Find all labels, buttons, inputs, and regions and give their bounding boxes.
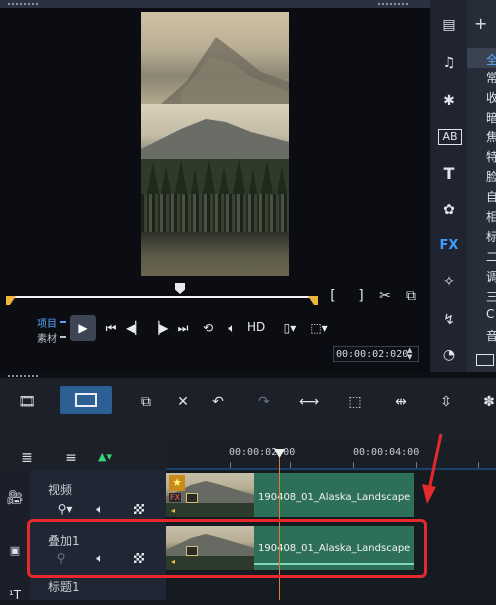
mode-project[interactable]: 项目 [37, 315, 57, 330]
category-item[interactable]: 暗 [486, 109, 496, 126]
category-item[interactable]: C [486, 307, 494, 321]
timeline-view-button[interactable] [60, 386, 112, 414]
video-preview [141, 12, 289, 276]
mountain-forest-image [141, 119, 289, 194]
next-frame-icon[interactable]: ▕▶ [150, 318, 168, 338]
more-tools-icon[interactable]: ✽ [478, 392, 496, 412]
link-icon[interactable]: ⚲▾ [54, 499, 76, 519]
highlight-box [27, 519, 427, 578]
repeat-icon[interactable]: ⟲ [198, 318, 218, 338]
clip-name: 190408_01_Alaska_Landscape [258, 492, 411, 503]
star-icon: ★ [169, 475, 185, 491]
category-item[interactable]: 相 [486, 208, 496, 225]
overlay-track-icon[interactable]: ▣ [5, 541, 25, 561]
category-item[interactable]: 标 [486, 228, 496, 245]
annotation-arrow-icon [422, 433, 443, 504]
path-icon[interactable]: ↯ [438, 310, 460, 330]
preview-top-bar [0, 0, 430, 8]
video-clip[interactable]: 190408_01_Alaska_Landscape ★ FX ◂ [166, 473, 414, 517]
add-icon[interactable]: + [474, 14, 487, 33]
audio-icon[interactable]: ♫ [438, 53, 460, 73]
crop-icon[interactable]: ⬚▾ [308, 318, 330, 338]
mode-project-indicator [60, 321, 66, 323]
scrub-bar[interactable] [8, 296, 314, 298]
category-item[interactable]: 脸 [486, 168, 496, 185]
track-height-icon[interactable]: ⇳ [435, 392, 457, 412]
storyboard-view-icon[interactable]: 🎞︎ [16, 392, 38, 412]
track-manager-icon[interactable]: ≣ [16, 448, 38, 468]
preview-frame-bottom [141, 194, 289, 276]
graphics-icon[interactable]: ✿ [438, 200, 460, 220]
title-icon[interactable]: T [438, 164, 460, 184]
go-to-start-icon[interactable]: ⏮ [102, 318, 120, 338]
preview-frame-middle [141, 104, 289, 194]
timeline-view-icon [75, 393, 97, 407]
ruler-label: 00:00:02:00 [229, 447, 296, 458]
category-item[interactable]: 常 [486, 69, 496, 86]
timeline-drag-handle[interactable] [8, 375, 38, 377]
clip-attribute-icon [186, 493, 198, 503]
fx-filter-icon[interactable]: FX [437, 236, 461, 256]
fit-project-icon[interactable]: ⬚ [344, 392, 366, 412]
instant-project-icon[interactable]: ✱ [438, 91, 460, 111]
track-name: 标题1 [48, 580, 80, 594]
title-track-icon[interactable]: ¹T [5, 585, 25, 605]
device-preview-icon[interactable]: ▯▾ [280, 318, 300, 338]
mark-in-icon[interactable]: [ [323, 286, 343, 306]
tools-icon[interactable]: ✕ [172, 392, 194, 412]
drag-handle-left[interactable] [8, 3, 38, 5]
chapter-icon[interactable]: ≡ [60, 448, 82, 468]
mode-clip[interactable]: 素材 [37, 330, 57, 345]
undo-icon[interactable]: ↶ [207, 392, 229, 412]
category-item[interactable]: 焦 [486, 128, 496, 145]
ruler-label: 00:00:04:00 [353, 447, 420, 458]
hd-toggle[interactable]: HD [247, 320, 265, 334]
category-item[interactable]: 音 [486, 327, 496, 344]
transparency-icon[interactable] [134, 504, 144, 514]
play-button[interactable]: ▶ [70, 315, 96, 341]
transition-icon[interactable]: AB [438, 129, 462, 145]
library-panel-icon[interactable] [476, 354, 494, 366]
timecode-stepper-icon[interactable]: ▲ ▼ [407, 347, 412, 361]
clip-audio-icon: ◂ [171, 506, 176, 515]
track-name: 视频 [48, 483, 73, 497]
speed-gauge-icon[interactable]: ◔ [438, 345, 460, 365]
drag-handle-right[interactable] [378, 3, 408, 5]
title-track-lane[interactable] [166, 575, 496, 600]
fx-badge-icon: FX [169, 493, 182, 502]
category-item[interactable]: 收 [486, 89, 496, 106]
preview-frame-top [141, 12, 289, 104]
mountain-fog-image [161, 37, 289, 104]
category-item[interactable]: 特 [486, 148, 496, 165]
magic-wand-icon[interactable]: ✧ [438, 272, 460, 292]
category-item[interactable]: 二 [486, 248, 496, 265]
mode-clip-indicator [60, 336, 66, 338]
previous-frame-icon[interactable]: ◀▏ [126, 318, 144, 338]
media-icon[interactable]: ▤ [438, 15, 460, 35]
copy-attributes-icon[interactable]: ⧉ [135, 392, 157, 412]
forest-reflection [141, 194, 289, 232]
category-item[interactable]: 三 [486, 288, 496, 305]
fit-timeline-icon[interactable]: ⟷ [298, 392, 320, 412]
category-item[interactable]: 全 [486, 51, 496, 68]
mark-out-icon[interactable]: ] [351, 286, 371, 306]
track-volume-icon[interactable]: 🔈︎ [90, 499, 110, 519]
scissors-icon[interactable]: ✂ [375, 286, 395, 306]
category-item[interactable]: 自 [486, 188, 496, 205]
category-item[interactable]: 调 [486, 268, 496, 285]
video-track-icon[interactable]: 🎥︎ [5, 488, 25, 508]
snapshot-icon[interactable]: ⧉ [401, 286, 421, 306]
redo-icon[interactable]: ↷ [253, 392, 275, 412]
expand-horizontal-icon[interactable]: ⇹ [390, 392, 412, 412]
marker-icon[interactable]: ▲▾ [98, 450, 112, 463]
go-to-end-icon[interactable]: ⏭ [174, 318, 192, 338]
volume-icon[interactable]: 🔈︎ [222, 318, 242, 338]
